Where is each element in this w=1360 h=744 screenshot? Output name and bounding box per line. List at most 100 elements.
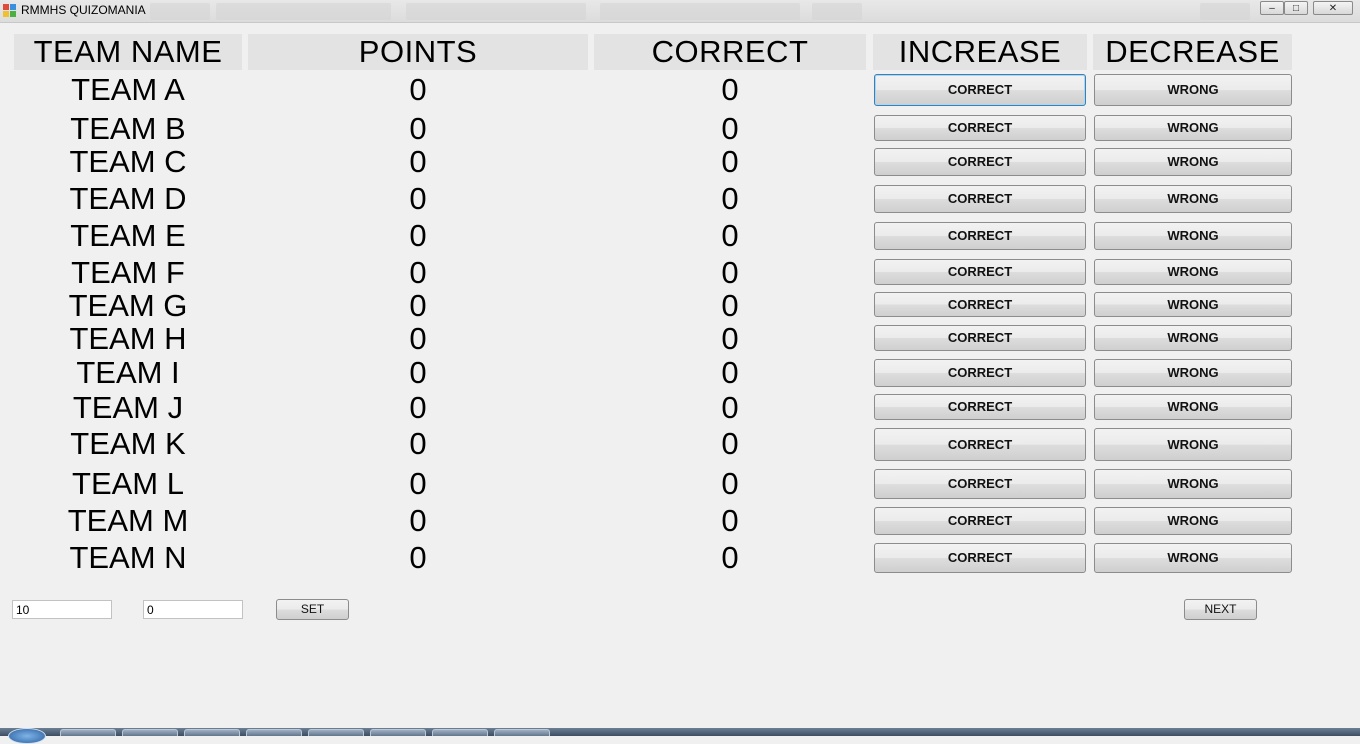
header-correct: CORRECT — [594, 34, 866, 70]
team-name: TEAM B — [70, 111, 186, 146]
team-row: TEAM L 0 0 CORRECT WRONG — [0, 466, 1360, 501]
team-name: TEAM G — [68, 288, 188, 323]
wrong-button[interactable]: WRONG — [1094, 507, 1292, 535]
taskbar-item[interactable] — [370, 729, 426, 736]
team-row: TEAM B 0 0 CORRECT WRONG — [0, 111, 1360, 146]
team-points: 0 — [409, 288, 427, 323]
team-correct-count: 0 — [721, 288, 739, 323]
taskbar-item[interactable] — [122, 729, 178, 736]
team-points: 0 — [409, 540, 427, 575]
team-points: 0 — [409, 181, 427, 216]
team-row: TEAM N 0 0 CORRECT WRONG — [0, 540, 1360, 575]
team-points: 0 — [409, 503, 427, 538]
wrong-button[interactable]: WRONG — [1094, 115, 1292, 141]
team-row: TEAM D 0 0 CORRECT WRONG — [0, 181, 1360, 216]
wrong-button[interactable]: WRONG — [1094, 148, 1292, 176]
wrong-button[interactable]: WRONG — [1094, 394, 1292, 420]
team-correct-count: 0 — [721, 255, 739, 290]
wrong-button[interactable]: WRONG — [1094, 74, 1292, 106]
taskbar-item[interactable] — [184, 729, 240, 736]
team-name: TEAM M — [67, 503, 189, 538]
team-points: 0 — [409, 218, 427, 253]
wrong-button[interactable]: WRONG — [1094, 325, 1292, 351]
set-button[interactable]: SET — [276, 599, 349, 620]
correct-button[interactable]: CORRECT — [874, 543, 1086, 573]
team-points: 0 — [409, 144, 427, 179]
wrong-button[interactable]: WRONG — [1094, 185, 1292, 213]
value-input-1[interactable] — [12, 600, 112, 619]
start-button[interactable] — [8, 728, 46, 744]
wrong-button[interactable]: WRONG — [1094, 543, 1292, 573]
team-correct-count: 0 — [721, 503, 739, 538]
next-button[interactable]: NEXT — [1184, 599, 1257, 620]
correct-button[interactable]: CORRECT — [874, 325, 1086, 351]
team-points: 0 — [409, 72, 427, 107]
team-correct-count: 0 — [721, 218, 739, 253]
team-correct-count: 0 — [721, 355, 739, 390]
close-button[interactable]: ✕ — [1313, 1, 1353, 15]
team-correct-count: 0 — [721, 72, 739, 107]
team-row: TEAM C 0 0 CORRECT WRONG — [0, 144, 1360, 179]
correct-button[interactable]: CORRECT — [874, 428, 1086, 461]
team-name: TEAM I — [76, 355, 180, 390]
taskbar-item[interactable] — [246, 729, 302, 736]
team-points: 0 — [409, 466, 427, 501]
taskbar-item[interactable] — [308, 729, 364, 736]
team-name: TEAM C — [69, 144, 187, 179]
correct-button[interactable]: CORRECT — [874, 292, 1086, 317]
app-icon — [3, 4, 16, 17]
team-row: TEAM I 0 0 CORRECT WRONG — [0, 355, 1360, 390]
correct-button[interactable]: CORRECT — [874, 394, 1086, 420]
correct-button[interactable]: CORRECT — [874, 259, 1086, 285]
header-increase: INCREASE — [873, 34, 1087, 70]
header-team-name: TEAM NAME — [14, 34, 242, 70]
wrong-button[interactable]: WRONG — [1094, 222, 1292, 250]
title-bar[interactable]: RMMHS QUIZOMANIA – □ ✕ — [0, 0, 1360, 23]
team-points: 0 — [409, 355, 427, 390]
background-blur — [406, 3, 586, 20]
team-name: TEAM L — [72, 466, 184, 501]
taskbar-item[interactable] — [432, 729, 488, 736]
team-row: TEAM A 0 0 CORRECT WRONG — [0, 72, 1360, 107]
correct-button[interactable]: CORRECT — [874, 74, 1086, 106]
maximize-button[interactable]: □ — [1284, 1, 1308, 15]
correct-button[interactable]: CORRECT — [874, 222, 1086, 250]
team-correct-count: 0 — [721, 111, 739, 146]
team-row: TEAM J 0 0 CORRECT WRONG — [0, 390, 1360, 425]
correct-button[interactable]: CORRECT — [874, 115, 1086, 141]
team-row: TEAM G 0 0 CORRECT WRONG — [0, 288, 1360, 323]
team-name: TEAM H — [69, 321, 187, 356]
wrong-button[interactable]: WRONG — [1094, 428, 1292, 461]
taskbar — [0, 728, 1360, 744]
background-blur — [600, 3, 800, 20]
team-name: TEAM J — [72, 390, 184, 425]
team-name: TEAM D — [69, 181, 187, 216]
taskbar-item[interactable] — [494, 729, 550, 736]
taskbar-item[interactable] — [60, 729, 116, 736]
team-row: TEAM E 0 0 CORRECT WRONG — [0, 218, 1360, 253]
team-row: TEAM M 0 0 CORRECT WRONG — [0, 503, 1360, 538]
team-row: TEAM H 0 0 CORRECT WRONG — [0, 321, 1360, 356]
wrong-button[interactable]: WRONG — [1094, 259, 1292, 285]
correct-button[interactable]: CORRECT — [874, 148, 1086, 176]
correct-button[interactable]: CORRECT — [874, 359, 1086, 387]
team-correct-count: 0 — [721, 181, 739, 216]
correct-button[interactable]: CORRECT — [874, 469, 1086, 499]
wrong-button[interactable]: WRONG — [1094, 292, 1292, 317]
correct-button[interactable]: CORRECT — [874, 185, 1086, 213]
header-points: POINTS — [248, 34, 588, 70]
background-blur — [216, 3, 391, 20]
team-name: TEAM A — [71, 72, 185, 107]
background-blur — [150, 3, 210, 20]
team-points: 0 — [409, 111, 427, 146]
background-blur — [812, 3, 862, 20]
wrong-button[interactable]: WRONG — [1094, 359, 1292, 387]
team-name: TEAM E — [70, 218, 186, 253]
value-input-2[interactable] — [143, 600, 243, 619]
wrong-button[interactable]: WRONG — [1094, 469, 1292, 499]
correct-button[interactable]: CORRECT — [874, 507, 1086, 535]
team-correct-count: 0 — [721, 321, 739, 356]
team-points: 0 — [409, 321, 427, 356]
background-blur — [1200, 3, 1250, 20]
minimize-button[interactable]: – — [1260, 1, 1284, 15]
